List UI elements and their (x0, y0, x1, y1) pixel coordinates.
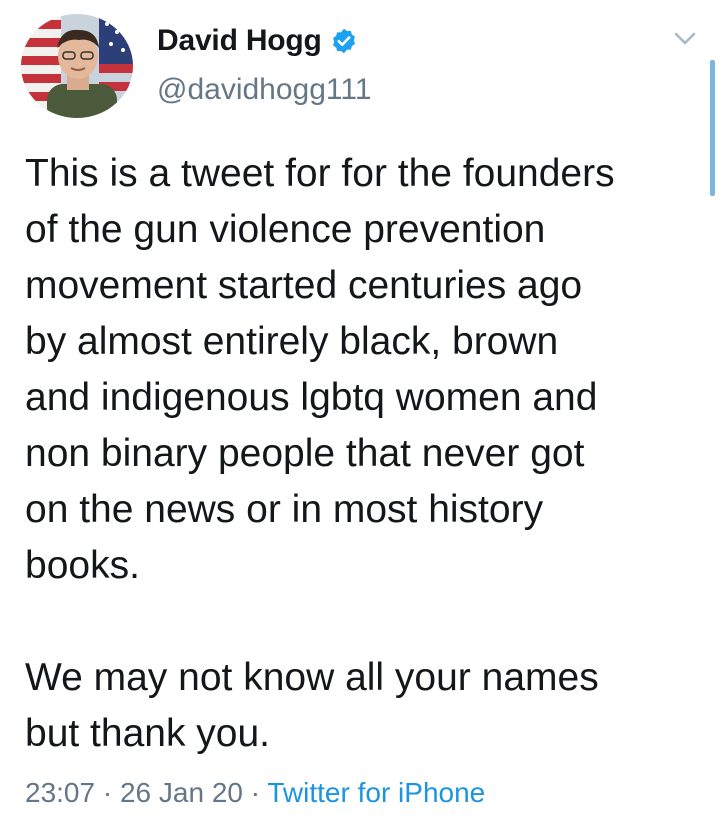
scrollbar[interactable] (710, 60, 715, 196)
author-handle[interactable]: @davidhogg111 (157, 73, 372, 107)
meta-separator: · (95, 777, 120, 808)
avatar-image (21, 14, 133, 118)
tweet-date[interactable]: 26 Jan 20 (120, 777, 243, 808)
tweet-text: This is a tweet for for the founders of … (25, 152, 615, 755)
verified-badge-icon (330, 27, 358, 55)
tweet-meta: 23:07 · 26 Jan 20 · Twitter for iPhone (25, 777, 485, 809)
author-display-name[interactable]: David Hogg (157, 24, 322, 58)
avatar[interactable] (21, 14, 133, 118)
tweet-time[interactable]: 23:07 (25, 777, 95, 808)
meta-separator: · (242, 777, 268, 808)
chevron-down-icon[interactable] (672, 30, 698, 53)
author-name-row[interactable]: David Hogg (157, 24, 358, 58)
tweet-source-link[interactable]: Twitter for iPhone (267, 777, 485, 808)
